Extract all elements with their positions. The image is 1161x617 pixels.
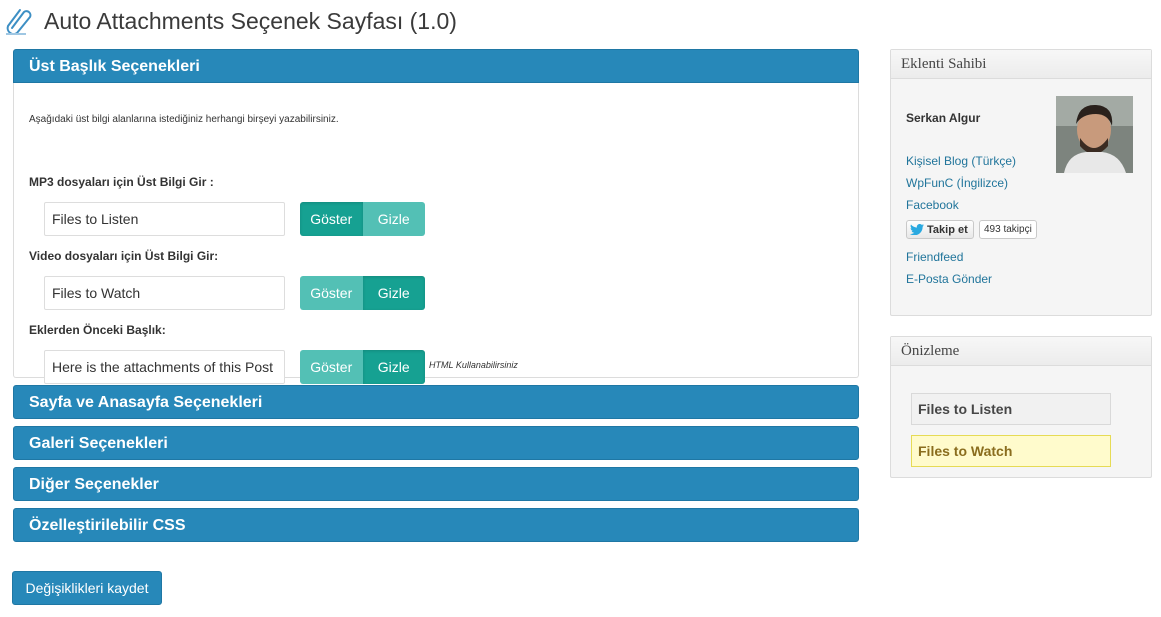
section-other-options[interactable]: Diğer Seçenekler: [13, 467, 859, 501]
paperclip-icon: [6, 9, 32, 36]
preview-box: Önizleme Files to Listen Files to Watch: [890, 336, 1152, 478]
page-title: Auto Attachments Seçenek Sayfası (1.0): [44, 7, 457, 34]
author-box-title: Eklenti Sahibi: [891, 50, 1151, 79]
options-accordion: Üst Başlık Seçenekleri Aşağıdaki üst bil…: [13, 49, 859, 542]
preview-item-listen: Files to Listen: [911, 393, 1111, 425]
video-show-button[interactable]: Göster: [300, 276, 363, 310]
mp3-header-label: MP3 dosyaları için Üst Bilgi Gir :: [29, 175, 214, 189]
attachments-show-button[interactable]: Göster: [300, 350, 363, 384]
author-photo: [1056, 96, 1133, 173]
link-personal-blog[interactable]: Kişisel Blog (Türkçe): [906, 154, 1016, 168]
mp3-show-button[interactable]: Göster: [300, 202, 363, 236]
link-facebook[interactable]: Facebook: [906, 198, 959, 212]
header-options-panel: Aşağıdaki üst bilgi alanlarına istediğin…: [13, 83, 859, 384]
section-page-options[interactable]: Sayfa ve Anasayfa Seçenekleri: [13, 385, 859, 419]
panel-description: Aşağıdaki üst bilgi alanlarına istediğin…: [29, 114, 339, 125]
author-name: Serkan Algur: [906, 111, 981, 125]
link-friendfeed[interactable]: Friendfeed: [906, 250, 963, 264]
section-header-options[interactable]: Üst Başlık Seçenekleri: [13, 49, 859, 83]
twitter-follow-button[interactable]: Takip et: [906, 220, 974, 239]
attachments-title-label: Eklerden Önceki Başlık:: [29, 323, 166, 337]
avatar: [1056, 96, 1133, 173]
section-custom-css[interactable]: Özelleştirilebilir CSS: [13, 508, 859, 542]
mp3-header-input[interactable]: [44, 202, 285, 236]
video-hide-button[interactable]: Gizle: [362, 276, 425, 310]
preview-box-title: Önizleme: [891, 337, 1151, 366]
link-email[interactable]: E-Posta Gönder: [906, 272, 992, 286]
follower-count: 493 takipçi: [979, 220, 1037, 239]
section-gallery-options[interactable]: Galeri Seçenekleri: [13, 426, 859, 460]
link-wpfunc[interactable]: WpFunC (İngilizce): [906, 176, 1008, 190]
save-button[interactable]: Değişiklikleri kaydet: [12, 571, 162, 605]
attachments-hide-button[interactable]: Gizle: [362, 350, 425, 384]
preview-item-watch: Files to Watch: [911, 435, 1111, 467]
follow-label: Takip et: [927, 223, 968, 236]
video-header-label: Video dosyaları için Üst Bilgi Gir:: [29, 249, 219, 263]
twitter-bird-icon: [910, 224, 924, 235]
html-hint: HTML Kullanabilirsiniz: [429, 360, 518, 370]
attachments-title-input[interactable]: [44, 350, 285, 384]
mp3-hide-button[interactable]: Gizle: [362, 202, 425, 236]
mp3-header-toggle: Göster Gizle: [300, 202, 425, 236]
video-header-input[interactable]: [44, 276, 285, 310]
page-header: Auto Attachments Seçenek Sayfası (1.0): [4, 4, 457, 38]
attachments-title-toggle: Göster Gizle: [300, 350, 425, 384]
video-header-toggle: Göster Gizle: [300, 276, 425, 310]
author-box: Eklenti Sahibi Serkan Algur Kişisel Blog…: [890, 49, 1152, 316]
